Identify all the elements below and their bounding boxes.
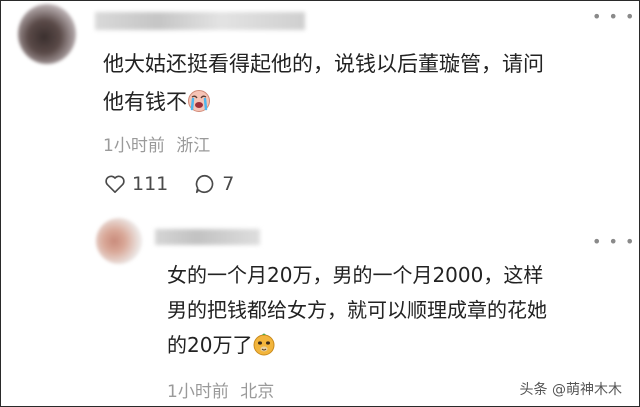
reply-username-blurred[interactable] [155, 229, 260, 245]
watermark: 头条 @萌神木木 [519, 382, 622, 398]
reply-line: 男的把钱都给女方，就可以顺理成章的花她 [167, 298, 547, 322]
crying-face-emoji-icon [188, 90, 210, 112]
comment-line: 他有钱不 [103, 83, 603, 121]
reply-count: 7 [222, 173, 235, 195]
heart-icon [105, 175, 125, 193]
username-blurred[interactable] [95, 12, 305, 30]
more-dots-icon[interactable]: • • • [592, 9, 635, 25]
comment-actions: 111 7 [104, 170, 234, 198]
reply-avatar[interactable] [96, 218, 142, 264]
comment-meta: 1小时前 浙江 [103, 131, 210, 156]
reply-button[interactable]: 7 [194, 173, 234, 195]
speech-bubble-icon [196, 174, 214, 194]
like-count: 111 [132, 173, 169, 195]
reply-text: 女的一个月20万，男的一个月2000，这样 男的把钱都给女方，就可以顺理成章的花… [167, 258, 627, 363]
comment-text: 他大姑还挺看得起他的，说钱以后董璇管，请问 他有钱不 [103, 45, 603, 121]
reply-location: 北京 [240, 382, 275, 402]
reply-line: 的20万了 [167, 328, 627, 363]
like-button[interactable]: 111 [104, 173, 168, 195]
smirk-face-emoji-icon [253, 333, 275, 356]
reply-time: 1小时前 [167, 382, 229, 402]
comment-line: 他大姑还挺看得起他的，说钱以后董璇管，请问 [103, 52, 544, 76]
more-dots-icon[interactable]: • • • [592, 234, 635, 250]
comment-location: 浙江 [176, 136, 211, 156]
avatar[interactable] [18, 4, 76, 64]
reply-line: 女的一个月20万，男的一个月2000，这样 [167, 263, 544, 287]
comment-time: 1小时前 [103, 136, 165, 156]
reply-meta: 1小时前 北京 [167, 377, 274, 402]
